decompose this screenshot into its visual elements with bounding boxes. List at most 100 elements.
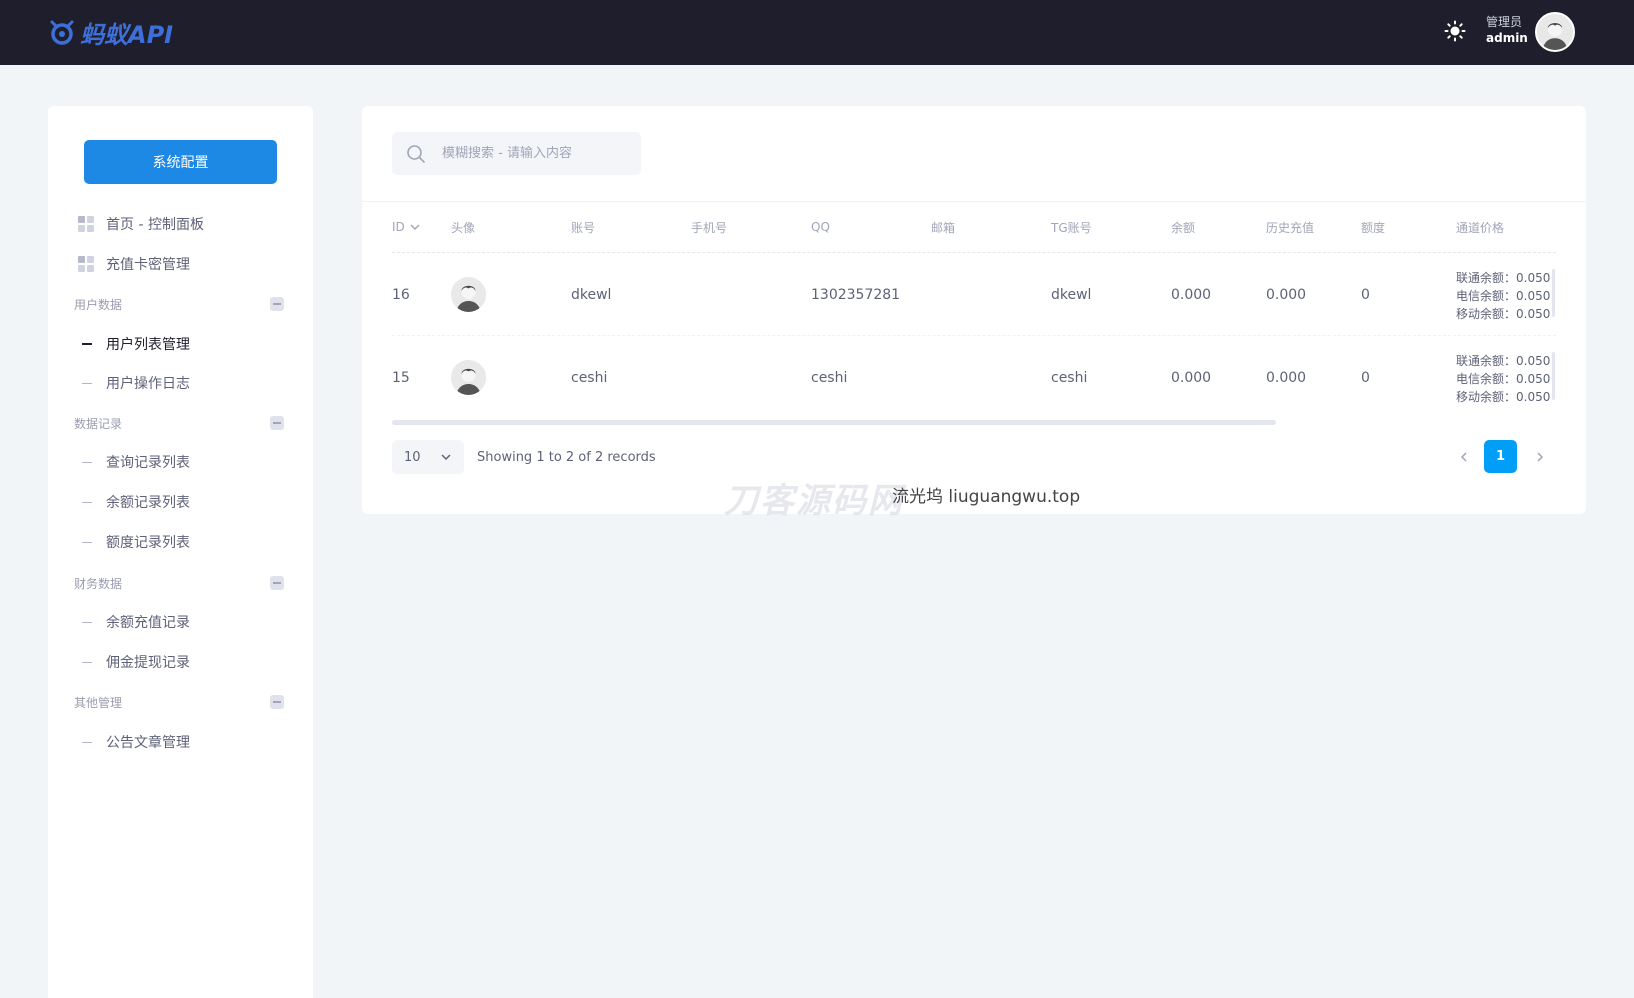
records-info: Showing 1 to 2 of 2 records: [477, 449, 656, 465]
dash-icon: [82, 461, 92, 463]
table-horizontal-scrollbar[interactable]: [392, 420, 1276, 425]
watermark-text: 刀客源码网: [724, 480, 904, 521]
logo-text: 蚂蚁API: [80, 20, 174, 49]
user-role: 管理员: [1486, 15, 1523, 29]
cell-qq: 1302357281: [811, 286, 901, 303]
cell-id: 16: [392, 286, 410, 303]
sidebar-item-announcements[interactable]: 公告文章管理: [82, 730, 190, 754]
page-size-value: 10: [404, 449, 421, 465]
column-header-id[interactable]: ID: [392, 202, 420, 252]
dash-icon: [82, 501, 92, 503]
sidebar-item-recharge-cards[interactable]: 充值卡密管理: [78, 252, 190, 276]
column-header-history-recharge: 历史充值: [1266, 220, 1315, 235]
grid-icon: [78, 256, 94, 272]
user-avatar: [451, 360, 486, 395]
column-header-phone: 手机号: [691, 220, 728, 235]
dash-icon: [82, 382, 92, 384]
collapse-icon[interactable]: [270, 576, 284, 590]
table-row[interactable]: 15 ceshi ceshi ceshi 0.000 0.000 0 联通余额：…: [392, 336, 1556, 419]
table-row[interactable]: 16 dkewl 1302357281 dkewl 0.000 0.000 0: [392, 253, 1556, 336]
dash-icon: [82, 541, 92, 543]
section-user-data[interactable]: 用户数据: [74, 294, 122, 314]
page-size-select[interactable]: 10: [392, 440, 464, 474]
dash-icon: [82, 621, 92, 623]
cell-quota: 0: [1361, 369, 1370, 386]
price-line: 联通余额：0.050: [1456, 354, 1551, 368]
sidebar-item-balance-records[interactable]: 余额记录列表: [82, 490, 190, 514]
dash-icon: [82, 661, 92, 663]
chevron-down-icon: [441, 454, 451, 461]
cell-qq: ceshi: [811, 369, 848, 386]
cell-history-recharge: 0.000: [1266, 286, 1307, 303]
user-info[interactable]: 管理员 admin: [1486, 14, 1528, 46]
cell-tg: ceshi: [1051, 369, 1088, 386]
top-bar: 蚂蚁API 管理员 admin: [0, 0, 1634, 65]
cell-balance: 0.000: [1171, 369, 1212, 386]
divider: [362, 201, 1586, 202]
search-icon: [407, 144, 425, 163]
cell-channel-price: 联通余额：0.050 电信余额：0.050 移动余额：0.050: [1456, 352, 1550, 406]
avatar-person-icon: [451, 360, 486, 395]
sidebar-item-label: 用户列表管理: [106, 337, 190, 353]
cell-id: 15: [392, 369, 410, 386]
sidebar-item-label: 额度记录列表: [106, 535, 190, 551]
collapse-icon[interactable]: [270, 297, 284, 311]
sidebar-item-label: 充值卡密管理: [106, 257, 190, 273]
sort-down-icon: [410, 224, 420, 230]
search-input[interactable]: [442, 146, 632, 161]
sidebar-item-user-list[interactable]: 用户列表管理: [82, 332, 190, 356]
price-line: 电信余额：0.050: [1456, 372, 1551, 386]
sidebar-item-withdraw-records[interactable]: 佣金提现记录: [82, 650, 190, 674]
user-avatar: [451, 277, 486, 312]
section-data-records[interactable]: 数据记录: [74, 413, 122, 433]
price-line: 联通余额：0.050: [1456, 271, 1551, 285]
sidebar-item-label: 查询记录列表: [106, 455, 190, 471]
app-logo[interactable]: 蚂蚁API: [48, 16, 174, 49]
sidebar-item-query-records[interactable]: 查询记录列表: [82, 450, 190, 474]
section-finance-data[interactable]: 财务数据: [74, 573, 122, 593]
dash-icon: [82, 741, 92, 743]
ant-logo-icon: [50, 20, 74, 45]
watermark: 刀客源码网 流光坞 liuguangwu.top: [724, 476, 1080, 521]
sidebar-item-dashboard[interactable]: 首页 - 控制面板: [78, 212, 204, 236]
sidebar-item-label: 佣金提现记录: [106, 655, 190, 671]
dash-icon: [82, 343, 92, 345]
sidebar-item-label: 首页 - 控制面板: [106, 217, 204, 233]
sidebar-item-recharge-records[interactable]: 余额充值记录: [82, 610, 190, 634]
avatar-person-icon: [451, 277, 486, 312]
column-header-balance: 余额: [1171, 220, 1196, 235]
column-header-email: 邮箱: [931, 220, 956, 235]
cell-account: dkewl: [571, 286, 612, 303]
avatar-person-icon: [1537, 14, 1573, 50]
user-list-card: ID 头像 账号 手机号 QQ 邮箱 TG账号 余额 历史充值 额度 通道价格 …: [362, 106, 1586, 514]
collapse-icon[interactable]: [270, 416, 284, 430]
collapse-icon[interactable]: [270, 695, 284, 709]
system-config-button[interactable]: 系统配置: [84, 140, 277, 184]
search-box[interactable]: [392, 132, 641, 175]
cell-scrollbar[interactable]: [1552, 352, 1555, 400]
sidebar-item-label: 公告文章管理: [106, 735, 190, 751]
pager-previous-button[interactable]: [1454, 447, 1474, 467]
cell-channel-price: 联通余额：0.050 电信余额：0.050 移动余额：0.050: [1456, 269, 1550, 323]
pager-next-button[interactable]: [1530, 447, 1550, 467]
chevron-right-icon: [1537, 452, 1544, 462]
cell-scrollbar[interactable]: [1552, 269, 1555, 317]
section-other-management[interactable]: 其他管理: [74, 692, 122, 712]
sidebar-item-user-log[interactable]: 用户操作日志: [82, 371, 190, 395]
column-header-quota: 额度: [1361, 220, 1386, 235]
price-line: 移动余额：0.050: [1456, 390, 1551, 404]
price-line: 移动余额：0.050: [1456, 307, 1551, 321]
pager-page-1[interactable]: 1: [1484, 440, 1517, 473]
price-line: 电信余额：0.050: [1456, 289, 1551, 303]
user-avatar[interactable]: [1535, 12, 1575, 52]
sidebar-item-quota-records[interactable]: 额度记录列表: [82, 530, 190, 554]
sun-icon[interactable]: [1444, 20, 1466, 42]
cell-quota: 0: [1361, 286, 1370, 303]
cell-tg: dkewl: [1051, 286, 1092, 303]
chevron-left-icon: [1460, 452, 1467, 462]
sidebar-item-label: 余额记录列表: [106, 495, 190, 511]
cell-account: ceshi: [571, 369, 608, 386]
column-header-channel-price: 通道价格: [1456, 220, 1505, 235]
column-header-qq: QQ: [811, 220, 830, 234]
sidebar-item-label: 余额充值记录: [106, 615, 190, 631]
